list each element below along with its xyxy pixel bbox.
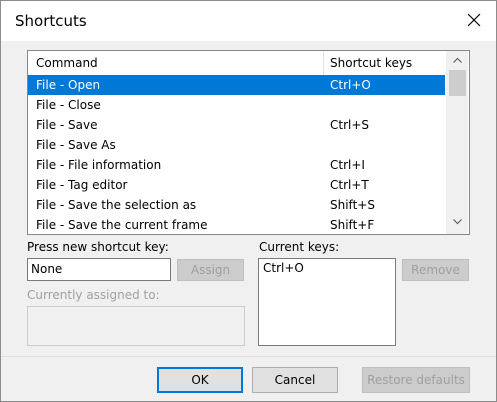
row-command: File - File information — [36, 158, 162, 172]
currently-assigned-label: Currently assigned to: — [27, 288, 160, 302]
row-shortcut-keys: Shift+F — [330, 218, 375, 232]
list-rows: File - Open Ctrl+O File - Close File - S… — [28, 75, 445, 234]
restore-defaults-label: Restore defaults — [367, 373, 465, 387]
scroll-thumb[interactable] — [449, 70, 466, 96]
cancel-button[interactable]: Cancel — [252, 367, 338, 393]
list-row[interactable]: File - Close — [28, 95, 445, 115]
ok-button-label: OK — [191, 373, 209, 387]
chevron-up-icon — [452, 55, 462, 66]
list-row[interactable]: File - Open Ctrl+O — [28, 75, 445, 95]
column-header-shortcut-keys[interactable]: Shortcut keys — [330, 56, 412, 70]
list-row[interactable]: File - Save the selection as Shift+S — [28, 195, 445, 215]
close-icon — [467, 13, 481, 30]
row-command: File - Save — [36, 118, 98, 132]
title-bar: Shortcuts — [1, 1, 496, 41]
new-shortcut-input[interactable]: None — [27, 258, 171, 281]
scroll-up-button[interactable] — [446, 52, 468, 69]
row-shortcut-keys: Ctrl+O — [330, 78, 371, 92]
row-shortcut-keys: Shift+S — [330, 198, 375, 212]
assign-button[interactable]: Assign — [177, 259, 244, 281]
list-row[interactable]: File - Save the current frame Shift+F — [28, 215, 445, 234]
assign-button-label: Assign — [190, 263, 231, 277]
current-keys-list[interactable]: Ctrl+O — [258, 258, 396, 346]
dialog-title: Shortcuts — [15, 12, 87, 30]
list-row[interactable]: File - Save Ctrl+S — [28, 115, 445, 135]
row-command: File - Save the current frame — [36, 218, 208, 232]
column-header-command[interactable]: Command — [36, 56, 98, 70]
list-row[interactable]: File - Save As — [28, 135, 445, 155]
current-keys-item[interactable]: Ctrl+O — [263, 261, 304, 275]
row-command: File - Save As — [36, 138, 116, 152]
row-shortcut-keys: Ctrl+T — [330, 178, 369, 192]
row-command: File - Open — [36, 78, 101, 92]
cancel-button-label: Cancel — [274, 373, 316, 387]
list-row[interactable]: File - Tag editor Ctrl+T — [28, 175, 445, 195]
row-command: File - Save the selection as — [36, 198, 197, 212]
row-shortcut-keys: Ctrl+I — [330, 158, 365, 172]
list-header: Command Shortcut keys — [28, 51, 445, 76]
new-shortcut-label: Press new shortcut key: — [27, 240, 169, 254]
restore-defaults-button[interactable]: Restore defaults — [362, 367, 470, 393]
scroll-down-button[interactable] — [446, 214, 468, 231]
footer-separator — [1, 356, 496, 357]
column-divider[interactable] — [323, 51, 324, 75]
chevron-down-icon — [452, 217, 462, 228]
remove-button-label: Remove — [411, 263, 460, 277]
row-command: File - Tag editor — [36, 178, 128, 192]
shortcuts-dialog: Shortcuts Command Shortcut keys File - O… — [0, 0, 497, 402]
ok-button[interactable]: OK — [157, 367, 243, 393]
vertical-scrollbar[interactable] — [446, 51, 468, 234]
list-row[interactable]: File - File information Ctrl+I — [28, 155, 445, 175]
close-button[interactable] — [452, 1, 496, 41]
current-keys-label: Current keys: — [259, 240, 340, 254]
row-command: File - Close — [36, 98, 101, 112]
currently-assigned-field — [27, 306, 245, 346]
remove-button[interactable]: Remove — [402, 259, 469, 281]
row-shortcut-keys: Ctrl+S — [330, 118, 370, 132]
new-shortcut-value: None — [31, 262, 63, 276]
shortcuts-list[interactable]: Command Shortcut keys File - Open Ctrl+O… — [27, 50, 470, 235]
